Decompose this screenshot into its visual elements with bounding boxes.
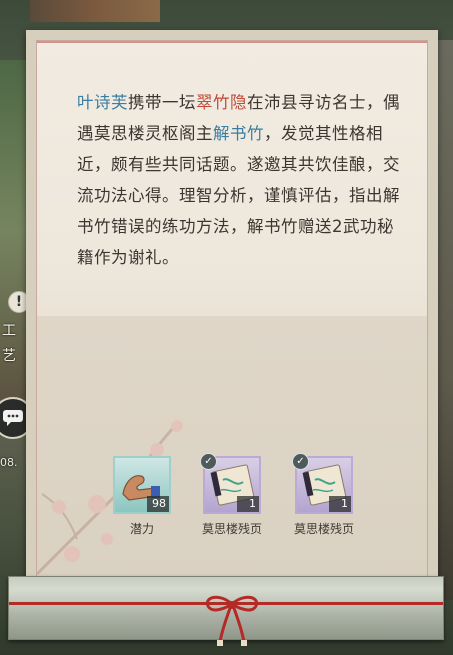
reward-count: 1 <box>237 496 259 512</box>
reward-list: 98 潜力 ✓ 1 莫思楼残页 ✓ 1 莫思楼残页 <box>112 453 372 546</box>
item-name: 翠竹隐 <box>196 93 247 112</box>
reward-icon-frame: 98 <box>113 456 171 514</box>
reward-item[interactable]: ✓ 1 莫思楼残页 <box>200 453 263 537</box>
reward-count: 98 <box>147 496 169 512</box>
character-name: 解书竹 <box>213 124 264 143</box>
reward-label: 莫思楼残页 <box>202 522 263 536</box>
check-icon: ✓ <box>200 453 217 470</box>
side-label-bottom: 艺 <box>2 348 16 364</box>
story-text: 叶诗芙携带一坛翠竹隐在沛县寻访名士，偶遇莫思楼灵枢阁主解书竹，发觉其性格相近，颇… <box>77 87 407 273</box>
reward-count: 1 <box>329 496 351 512</box>
side-label-top: 工 <box>2 323 16 339</box>
reward-item[interactable]: ✓ 1 莫思楼残页 <box>292 453 355 537</box>
character-name: 叶诗芙 <box>77 93 128 112</box>
reward-item[interactable]: 98 潜力 <box>112 456 172 537</box>
reward-icon-frame: ✓ 1 <box>292 453 353 514</box>
check-icon: ✓ <box>292 453 309 470</box>
reward-icon-frame: ✓ 1 <box>200 453 261 514</box>
side-number: 08. <box>0 456 18 469</box>
story-segment: 携带一坛 <box>128 93 196 112</box>
red-knot-icon <box>205 595 259 646</box>
story-segment: ，发觉其性格相近，颇有些共同话题。遂邀其共饮佳酿，交流功法心得。理智分析，谨慎评… <box>77 124 400 267</box>
reward-label: 潜力 <box>129 522 154 536</box>
reward-label: 莫思楼残页 <box>294 522 355 536</box>
